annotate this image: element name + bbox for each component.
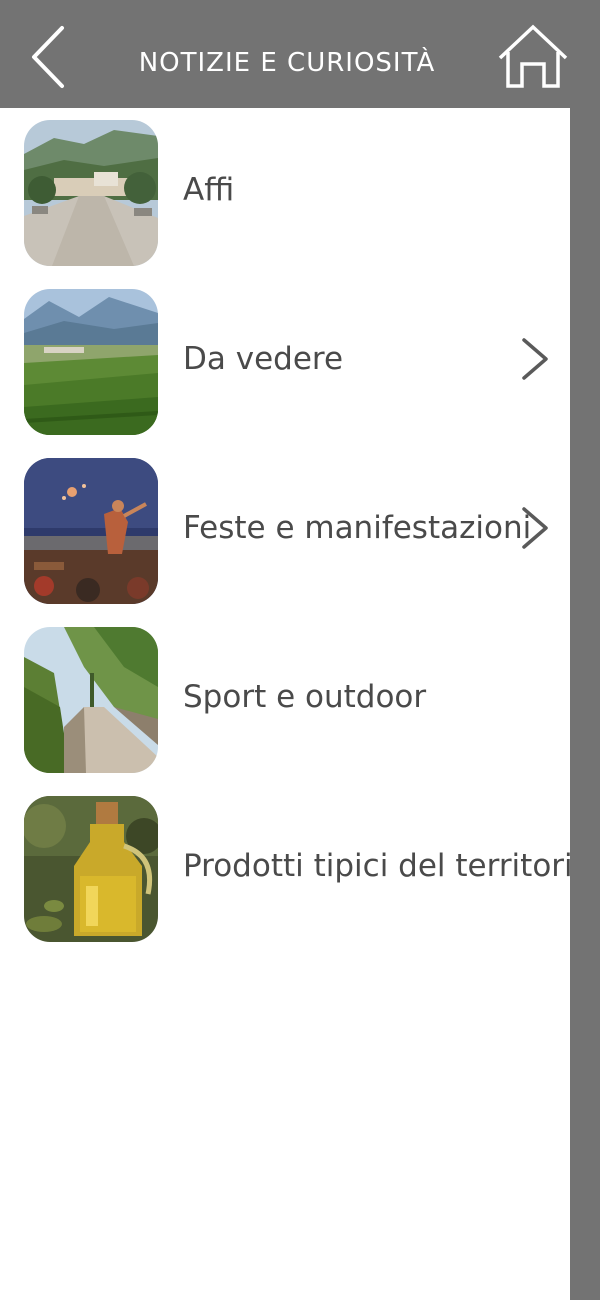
menu-item-label: Affi [183,172,235,208]
home-button[interactable] [494,22,572,92]
olive-oil-bottle-photo [24,796,158,942]
chevron-left-icon [32,26,64,88]
scrollbar-track[interactable] [570,108,600,1300]
app-screen: NOTIZIE E CURIOSITÀ Affi Da vedere Feste… [0,0,600,1300]
menu-item-label: Prodotti tipici del territorio [183,848,592,884]
header-bar: NOTIZIE E CURIOSITÀ [0,0,600,108]
chevron-right-icon [522,338,548,380]
menu-item-sport-e-outdoor[interactable]: Sport e outdoor [0,615,570,784]
vineyard-valley-photo [24,289,158,435]
countryside-path-photo [24,627,158,773]
menu-list: Affi Da vedere Feste e manifestazioni Sp… [0,108,592,1300]
menu-item-label: Da vedere [183,341,344,377]
menu-item-da-vedere[interactable]: Da vedere [0,277,570,446]
page-title: NOTIZIE E CURIOSITÀ [138,48,436,78]
back-button[interactable] [22,22,76,92]
home-icon [498,24,568,88]
menu-item-feste-e-manifestazioni[interactable]: Feste e manifestazioni [0,446,570,615]
festival-performer-photo [24,458,158,604]
menu-item-label: Sport e outdoor [183,679,427,715]
menu-item-affi[interactable]: Affi [0,108,570,277]
menu-item-prodotti-tipici[interactable]: Prodotti tipici del territorio [0,784,592,953]
chevron-right-icon [522,507,548,549]
menu-item-label: Feste e manifestazioni [183,510,532,546]
village-square-photo [24,120,158,266]
